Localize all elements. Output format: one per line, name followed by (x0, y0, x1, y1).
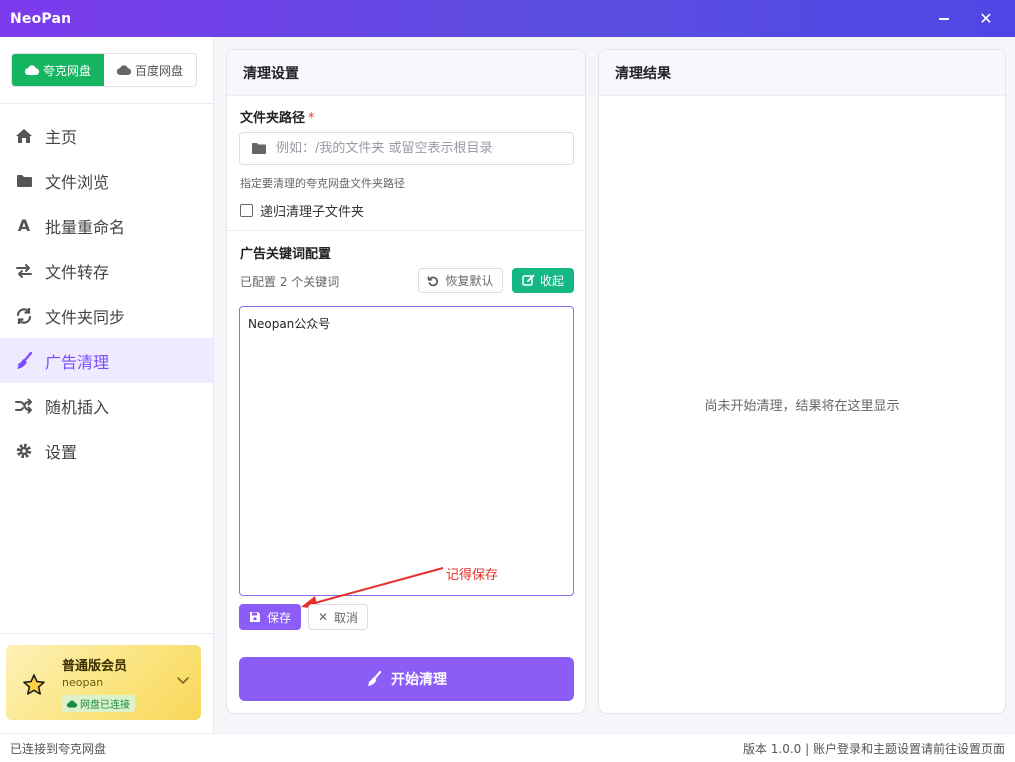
save-label: 保存 (266, 610, 291, 625)
member-title: 普通版会员 (62, 659, 128, 674)
cloud-icon (116, 65, 131, 75)
sidebar-item-ad-cleanup[interactable]: 广告清理 (0, 338, 213, 383)
cleanup-results-panel: 清理结果 尚未开始清理，结果将在这里显示 (598, 49, 1006, 714)
recursive-option[interactable]: 递归清理子文件夹 (240, 201, 364, 220)
transfer-icon (14, 261, 34, 281)
version-info: 版本 1.0.0 | 账户登录和主题设置请前往设置页面 (742, 741, 1005, 756)
divider (227, 230, 585, 231)
connection-badge: 网盘已连接 (62, 695, 135, 712)
connection-status-text: 已连接到夸克网盘 (10, 741, 107, 756)
sidebar-item-file-browse[interactable]: 文件浏览 (0, 158, 213, 203)
folder-path-input[interactable] (276, 141, 573, 156)
required-mark: * (308, 111, 315, 126)
folder-path-hint: 指定要清理的夸克网盘文件夹路径 (240, 177, 405, 190)
sidebar-item-label: 文件转存 (45, 262, 110, 282)
sidebar-item-label: 批量重命名 (45, 217, 126, 237)
member-card[interactable]: 普通版会员 neopan 网盘已连接 (6, 645, 201, 720)
baidu-drive-button[interactable]: 百度网盘 (104, 54, 196, 86)
app-title: NeoPan (10, 10, 72, 27)
restore-default-button[interactable]: 恢复默认 (418, 268, 503, 293)
sidebar-item-label: 设置 (45, 442, 78, 462)
keywords-section-title: 广告关键词配置 (240, 247, 332, 262)
divider (0, 103, 213, 104)
sidebar-item-batch-rename[interactable]: A 批量重命名 (0, 203, 213, 248)
divider (0, 633, 213, 634)
panel-title: 清理设置 (227, 50, 585, 96)
sidebar-item-settings[interactable]: 设置 (0, 428, 213, 473)
title-bar: NeoPan ✕ (0, 0, 1015, 37)
results-empty-text: 尚未开始清理，结果将在这里显示 (704, 399, 900, 414)
sidebar-item-random-insert[interactable]: 随机插入 (0, 383, 213, 428)
sidebar-nav: 主页 文件浏览 A 批量重命名 文件转存 文件夹同步 广告清理 随机插入 设置 (0, 113, 213, 473)
sidebar-item-label: 文件浏览 (45, 172, 110, 192)
minimize-icon (939, 17, 949, 20)
broom-icon (367, 671, 382, 687)
keywords-textarea[interactable]: Neopan公众号 (239, 306, 574, 596)
folder-icon (14, 171, 34, 191)
sidebar-item-label: 文件夹同步 (45, 307, 126, 327)
cloud-icon (24, 65, 39, 75)
cleanup-settings-panel: 清理设置 文件夹路径* 指定要清理的夸克网盘文件夹路径 递归清理子文件夹 广告关… (226, 49, 586, 714)
collapse-label: 收起 (539, 274, 564, 288)
connection-status: 网盘已连接 (80, 700, 130, 711)
quark-drive-button[interactable]: 夸克网盘 (12, 54, 104, 86)
shuffle-icon (14, 396, 34, 416)
folder-path-label: 文件夹路径 * (240, 107, 315, 126)
close-icon: ✕ (317, 610, 329, 624)
start-cleanup-label: 开始清理 (391, 672, 447, 688)
sync-icon (14, 306, 34, 326)
close-icon: ✕ (979, 8, 993, 28)
undo-icon (428, 276, 439, 286)
folder-path-label-text: 文件夹路径 (240, 111, 306, 126)
sidebar: 夸克网盘 百度网盘 主页 文件浏览 A 批量重命名 文件转存 文件夹同步 广告清… (0, 37, 214, 733)
start-cleanup-button[interactable]: 开始清理 (239, 657, 574, 701)
sidebar-item-label: 随机插入 (45, 397, 110, 417)
star-icon (23, 674, 45, 695)
restore-default-label: 恢复默认 (445, 274, 494, 288)
gear-icon (14, 441, 34, 461)
font-icon: A (17, 216, 31, 235)
recursive-checkbox[interactable] (240, 204, 253, 217)
folder-icon (252, 143, 266, 154)
recursive-label: 递归清理子文件夹 (260, 205, 365, 220)
chevron-down-icon[interactable] (176, 673, 190, 687)
keywords-count: 已配置 2 个关键词 (240, 275, 340, 289)
sidebar-item-folder-sync[interactable]: 文件夹同步 (0, 293, 213, 338)
baidu-drive-label: 百度网盘 (134, 63, 183, 78)
cloud-icon (67, 700, 77, 708)
collapse-button[interactable]: 收起 (512, 268, 574, 293)
member-username: neopan (62, 676, 104, 689)
home-icon (14, 126, 34, 146)
minimize-button[interactable] (922, 0, 966, 37)
broom-icon (14, 351, 34, 371)
sidebar-item-file-transfer[interactable]: 文件转存 (0, 248, 213, 293)
sidebar-item-label: 广告清理 (45, 352, 110, 372)
annotation-label: 记得保存 (446, 568, 499, 583)
folder-path-field[interactable] (239, 132, 574, 165)
cancel-button[interactable]: ✕ 取消 (308, 604, 368, 630)
sidebar-item-label: 主页 (45, 127, 78, 147)
edit-icon (522, 274, 535, 286)
sidebar-item-home[interactable]: 主页 (0, 113, 213, 158)
panel-title: 清理结果 (599, 50, 1005, 96)
close-button[interactable]: ✕ (964, 0, 1008, 37)
drive-toggle: 夸克网盘 百度网盘 (11, 53, 197, 87)
save-button[interactable]: 保存 (239, 604, 301, 630)
quark-drive-label: 夸克网盘 (42, 63, 91, 78)
status-bar: 已连接到夸克网盘 版本 1.0.0 | 账户登录和主题设置请前往设置页面 (0, 733, 1015, 762)
save-icon (249, 612, 260, 622)
cancel-label: 取消 (334, 610, 359, 625)
